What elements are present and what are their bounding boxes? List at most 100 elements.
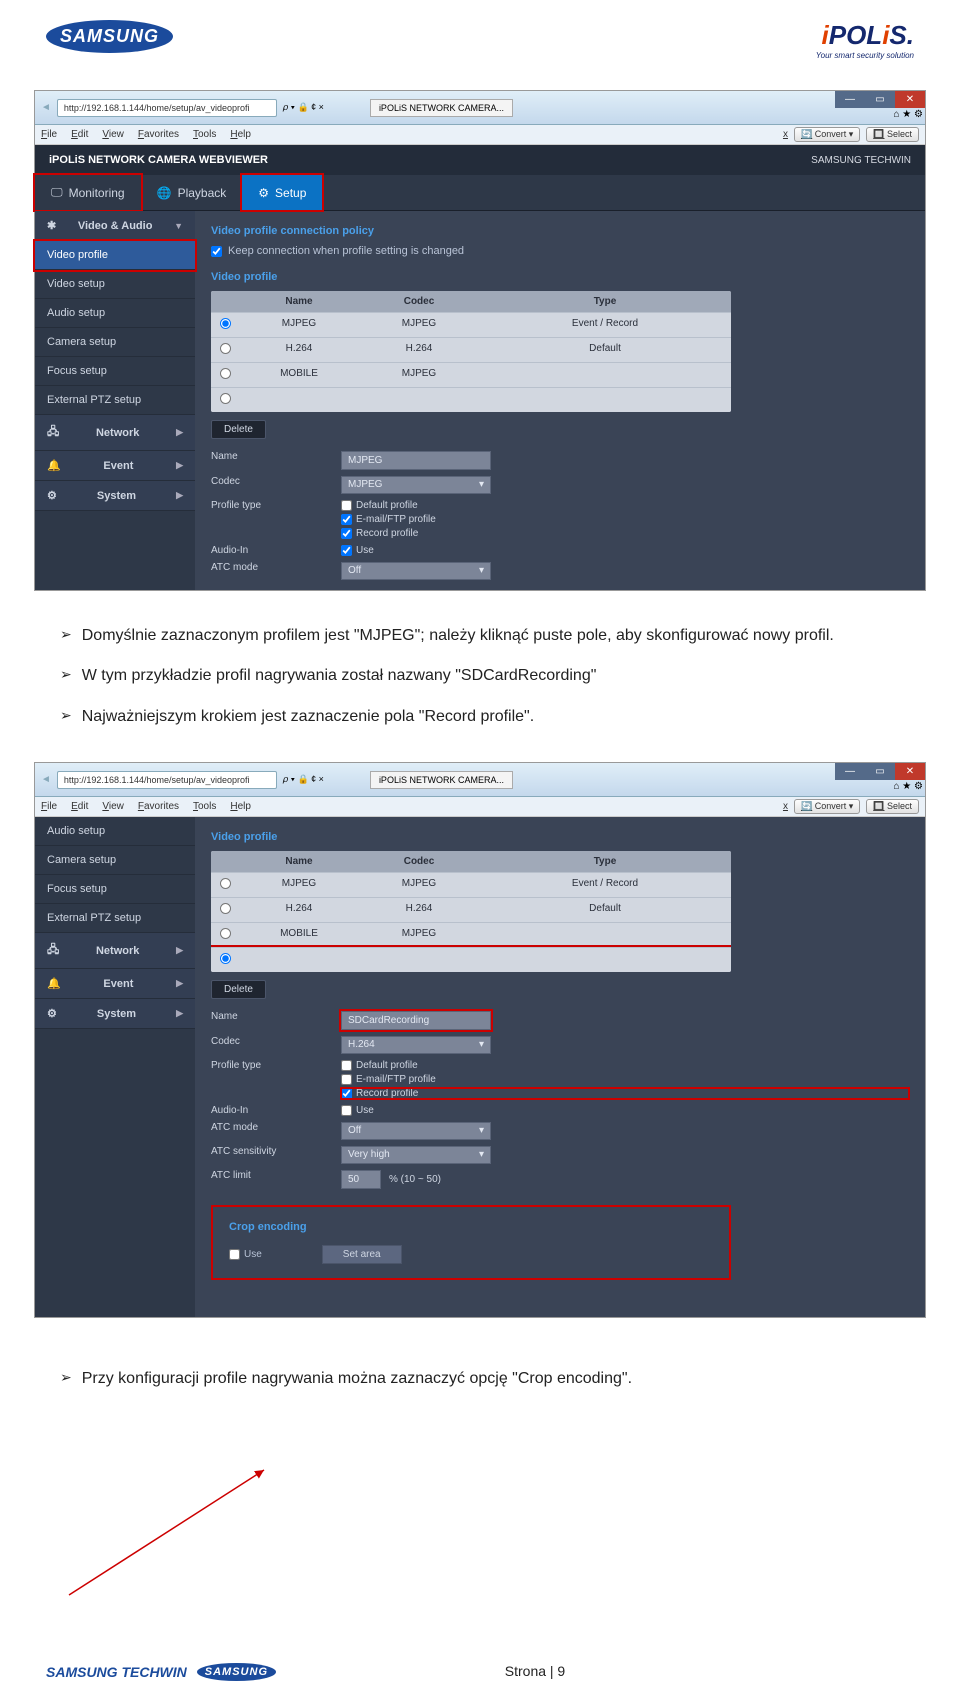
keep-connection-checkbox[interactable]: [211, 246, 222, 257]
x-label: x: [783, 129, 788, 140]
convert-button[interactable]: 🔄 Convert ▾: [794, 127, 860, 142]
menu-help[interactable]: Help: [230, 801, 251, 812]
table-row[interactable]: MOBILEMJPEG: [211, 922, 731, 947]
address-bar[interactable]: http://192.168.1.144/home/setup/av_video…: [57, 771, 277, 789]
record-profile-checkbox[interactable]: [341, 1088, 352, 1099]
sidebar-section-system[interactable]: ⚙ System▶: [35, 999, 195, 1029]
set-area-button[interactable]: Set area: [322, 1245, 402, 1264]
screenshot-2: ◄ http://192.168.1.144/home/setup/av_vid…: [34, 762, 926, 1318]
sidebar-item-video-setup[interactable]: Video setup: [35, 270, 195, 299]
audio-use-checkbox[interactable]: [341, 1105, 352, 1116]
sidebar-section-event[interactable]: 🔔 Event▶: [35, 969, 195, 999]
menu-view[interactable]: View: [102, 129, 124, 140]
row-radio[interactable]: [220, 318, 231, 329]
sidebar: Audio setup Camera setup Focus setup Ext…: [35, 817, 195, 1317]
profile-type-label: Profile type: [211, 500, 321, 511]
row-radio[interactable]: [220, 343, 231, 354]
maximize-button[interactable]: ▭: [865, 91, 895, 108]
tab-playback[interactable]: 🌐 Playback: [141, 175, 243, 210]
minimize-button[interactable]: —: [835, 91, 865, 108]
sidebar-item-audio-setup[interactable]: Audio setup: [35, 299, 195, 328]
sidebar-section-video-audio[interactable]: ✱ Video & Audio▼: [35, 211, 195, 241]
maximize-button[interactable]: ▭: [865, 763, 895, 780]
row-radio[interactable]: [220, 953, 231, 964]
record-profile-label: Record profile: [356, 528, 418, 539]
sidebar-item-focus-setup[interactable]: Focus setup: [35, 357, 195, 386]
sidebar-section-network[interactable]: 🖧 Network▶: [35, 933, 195, 969]
sidebar-item-camera-setup[interactable]: Camera setup: [35, 328, 195, 357]
menu-file[interactable]: File: [41, 801, 57, 812]
crop-encoding-section: Crop encoding Use Set area: [211, 1205, 731, 1280]
audio-in-label: Audio-In: [211, 1105, 321, 1116]
menu-tools[interactable]: Tools: [193, 129, 216, 140]
crop-use-checkbox[interactable]: [229, 1249, 240, 1260]
menu-edit[interactable]: Edit: [71, 129, 88, 140]
table-row[interactable]: MJPEGMJPEGEvent / Record: [211, 872, 731, 897]
default-profile-checkbox[interactable]: [341, 1060, 352, 1071]
browser-tab[interactable]: iPOLiS NETWORK CAMERA...: [370, 99, 513, 117]
menu-favorites[interactable]: Favorites: [138, 801, 179, 812]
menu-view[interactable]: View: [102, 801, 124, 812]
record-profile-label: Record profile: [356, 1088, 418, 1099]
atc-limit-input[interactable]: [341, 1170, 381, 1189]
sidebar-item-focus-setup[interactable]: Focus setup: [35, 875, 195, 904]
sidebar-item-external-ptz[interactable]: External PTZ setup: [35, 386, 195, 415]
sidebar-item-external-ptz[interactable]: External PTZ setup: [35, 904, 195, 933]
delete-button[interactable]: Delete: [211, 980, 266, 999]
minimize-button[interactable]: —: [835, 763, 865, 780]
sidebar-section-event[interactable]: 🔔 Event▶: [35, 451, 195, 481]
select-button[interactable]: 🔲 Select: [866, 799, 919, 814]
convert-button[interactable]: 🔄 Convert ▾: [794, 799, 860, 814]
sidebar-item-camera-setup[interactable]: Camera setup: [35, 846, 195, 875]
table-row[interactable]: H.264H.264Default: [211, 337, 731, 362]
content-panel: Video profile NameCodecType MJPEGMJPEGEv…: [195, 817, 925, 1317]
row-radio[interactable]: [220, 903, 231, 914]
atc-sensitivity-select[interactable]: Very high▾: [341, 1146, 491, 1164]
name-input[interactable]: [341, 451, 491, 470]
atc-mode-label: ATC mode: [211, 1122, 321, 1133]
atc-mode-select[interactable]: Off▾: [341, 1122, 491, 1140]
menu-tools[interactable]: Tools: [193, 801, 216, 812]
sidebar-item-audio-setup[interactable]: Audio setup: [35, 817, 195, 846]
row-radio[interactable]: [220, 878, 231, 889]
row-radio[interactable]: [220, 368, 231, 379]
atc-sensitivity-label: ATC sensitivity: [211, 1146, 321, 1157]
codec-select[interactable]: H.264▾: [341, 1036, 491, 1054]
browser-tab[interactable]: iPOLiS NETWORK CAMERA...: [370, 771, 513, 789]
address-bar[interactable]: http://192.168.1.144/home/setup/av_video…: [57, 99, 277, 117]
samsung-logo-small: SAMSUNG: [197, 1663, 276, 1681]
audio-in-label: Audio-In: [211, 545, 321, 556]
sidebar-section-system[interactable]: ⚙ System▶: [35, 481, 195, 511]
row-radio[interactable]: [220, 928, 231, 939]
name-input[interactable]: [341, 1011, 491, 1030]
audio-use-checkbox[interactable]: [341, 545, 352, 556]
email-profile-checkbox[interactable]: [341, 1074, 352, 1085]
sidebar-item-video-profile[interactable]: Video profile: [35, 241, 195, 270]
atc-mode-select[interactable]: Off▾: [341, 562, 491, 580]
back-icon[interactable]: ◄: [41, 102, 51, 113]
default-profile-checkbox[interactable]: [341, 500, 352, 511]
table-row[interactable]: MOBILEMJPEG: [211, 362, 731, 387]
profile-table: NameCodecType MJPEGMJPEGEvent / Record H…: [211, 291, 731, 412]
menu-file[interactable]: File: [41, 129, 57, 140]
delete-button[interactable]: Delete: [211, 420, 266, 439]
menu-help[interactable]: Help: [230, 129, 251, 140]
codec-select[interactable]: MJPEG▾: [341, 476, 491, 494]
close-button[interactable]: ✕: [895, 763, 925, 780]
row-radio[interactable]: [220, 393, 231, 404]
back-icon[interactable]: ◄: [41, 774, 51, 785]
sidebar-section-network[interactable]: 🖧 Network▶: [35, 415, 195, 451]
table-row[interactable]: H.264H.264Default: [211, 897, 731, 922]
tab-setup[interactable]: ⚙ Setup: [242, 175, 322, 210]
close-button[interactable]: ✕: [895, 91, 925, 108]
menu-edit[interactable]: Edit: [71, 801, 88, 812]
table-row[interactable]: MJPEGMJPEGEvent / Record: [211, 312, 731, 337]
browser-titlebar: ◄ http://192.168.1.144/home/setup/av_vid…: [35, 91, 925, 125]
table-row-selected[interactable]: [211, 947, 731, 972]
email-profile-checkbox[interactable]: [341, 514, 352, 525]
record-profile-checkbox[interactable]: [341, 528, 352, 539]
menu-favorites[interactable]: Favorites: [138, 129, 179, 140]
table-row[interactable]: [211, 387, 731, 412]
select-button[interactable]: 🔲 Select: [866, 127, 919, 142]
tab-monitoring[interactable]: 🖵 Monitoring: [35, 175, 141, 210]
